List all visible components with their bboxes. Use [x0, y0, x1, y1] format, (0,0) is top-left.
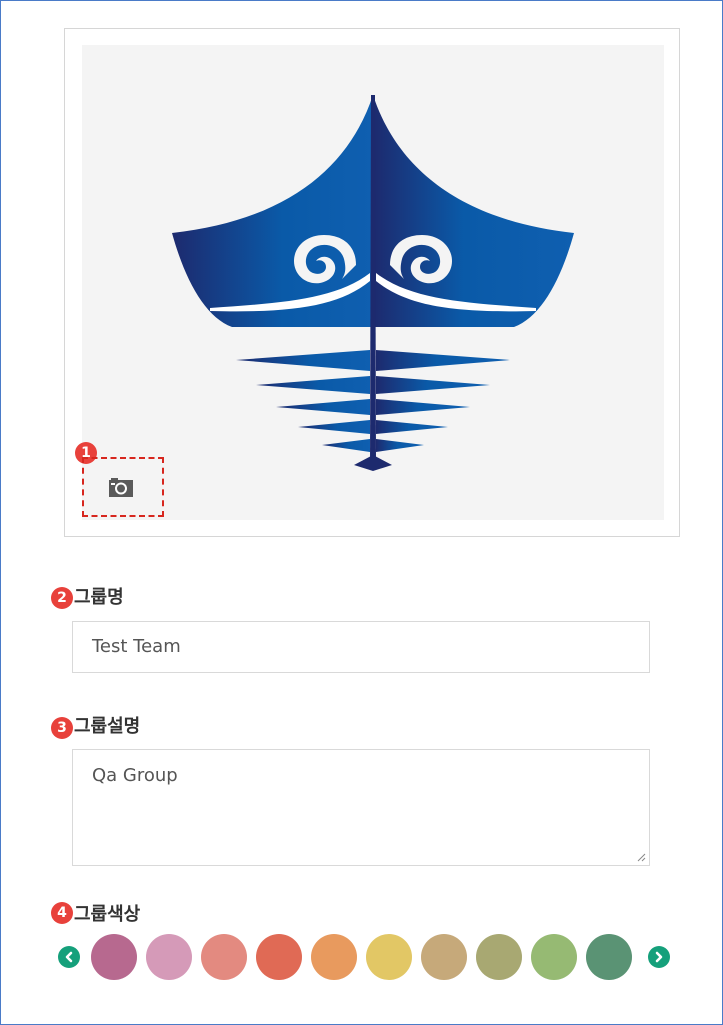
- color-swatch[interactable]: [256, 934, 302, 980]
- group-name-label: 그룹명: [74, 587, 124, 608]
- camera-icon: [109, 478, 133, 497]
- color-swatch[interactable]: [146, 934, 192, 980]
- marker-3: 3: [51, 717, 73, 739]
- color-swatch[interactable]: [311, 934, 357, 980]
- color-swatch[interactable]: [201, 934, 247, 980]
- group-color-label: 그룹색상: [74, 904, 141, 925]
- color-swatch[interactable]: [531, 934, 577, 980]
- change-image-button[interactable]: [82, 457, 164, 517]
- color-swatch[interactable]: [476, 934, 522, 980]
- resize-handle-icon[interactable]: [636, 852, 646, 862]
- color-next-button[interactable]: [648, 946, 670, 968]
- group-image-preview: [82, 45, 664, 520]
- chevron-right-icon: [655, 951, 663, 963]
- marker-4: 4: [51, 902, 73, 924]
- color-picker: [58, 934, 698, 980]
- group-description-textarea[interactable]: Qa Group: [72, 749, 650, 866]
- color-swatch[interactable]: [586, 934, 632, 980]
- group-logo-image: [172, 95, 574, 471]
- group-description-label: 그룹설명: [74, 716, 141, 737]
- chevron-left-icon: [65, 951, 73, 963]
- color-prev-button[interactable]: [58, 946, 80, 968]
- color-swatch[interactable]: [366, 934, 412, 980]
- marker-2: 2: [51, 587, 73, 609]
- color-swatch[interactable]: [91, 934, 137, 980]
- color-swatch[interactable]: [421, 934, 467, 980]
- group-description-value: Qa Group: [92, 765, 178, 786]
- group-name-input[interactable]: Test Team: [72, 621, 650, 673]
- color-swatch-list: [91, 934, 641, 980]
